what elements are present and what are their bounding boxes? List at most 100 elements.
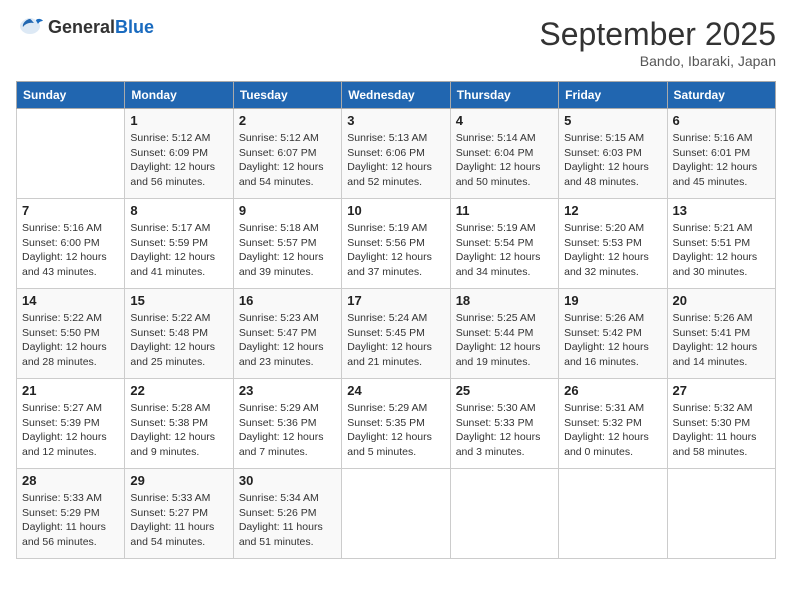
calendar-cell: 13 Sunrise: 5:21 AMSunset: 5:51 PMDayligh… xyxy=(667,199,775,289)
day-number: 29 xyxy=(130,473,227,488)
calendar-cell: 17 Sunrise: 5:24 AMSunset: 5:45 PMDayligh… xyxy=(342,289,450,379)
day-number: 6 xyxy=(673,113,770,128)
location-subtitle: Bando, Ibaraki, Japan xyxy=(539,53,776,69)
day-info: Sunrise: 5:32 AMSunset: 5:30 PMDaylight:… xyxy=(673,401,770,460)
calendar-cell: 21 Sunrise: 5:27 AMSunset: 5:39 PMDayligh… xyxy=(17,379,125,469)
day-number: 14 xyxy=(22,293,119,308)
day-info: Sunrise: 5:29 AMSunset: 5:35 PMDaylight:… xyxy=(347,401,444,460)
calendar-week-row: 28Sunrise: 5:33 AMSunset: 5:29 PMDayligh… xyxy=(17,469,776,559)
column-header-monday: Monday xyxy=(125,82,233,109)
column-header-saturday: Saturday xyxy=(667,82,775,109)
day-info: Sunrise: 5:24 AMSunset: 5:45 PMDaylight:… xyxy=(347,311,444,370)
day-number: 15 xyxy=(130,293,227,308)
day-info: Sunrise: 5:29 AMSunset: 5:36 PMDaylight:… xyxy=(239,401,336,460)
calendar-cell: 25Sunrise: 5:30 AMSunset: 5:33 PMDayligh… xyxy=(450,379,558,469)
day-info: Sunrise: 5:13 AMSunset: 6:06 PMDaylight:… xyxy=(347,131,444,190)
day-info: Sunrise: 5:21 AMSunset: 5:51 PMDaylight:… xyxy=(673,221,770,280)
day-info: Sunrise: 5:27 AMSunset: 5:39 PMDaylight:… xyxy=(22,401,119,460)
day-number: 19 xyxy=(564,293,661,308)
day-number: 2 xyxy=(239,113,336,128)
calendar-cell: 16 Sunrise: 5:23 AMSunset: 5:47 PMDayligh… xyxy=(233,289,341,379)
day-number: 20 xyxy=(673,293,770,308)
calendar-cell: 28Sunrise: 5:33 AMSunset: 5:29 PMDayligh… xyxy=(17,469,125,559)
day-info: Sunrise: 5:22 AMSunset: 5:48 PMDaylight:… xyxy=(130,311,227,370)
day-number: 9 xyxy=(239,203,336,218)
day-info: Sunrise: 5:31 AMSunset: 5:32 PMDaylight:… xyxy=(564,401,661,460)
day-number: 24 xyxy=(347,383,444,398)
day-number: 5 xyxy=(564,113,661,128)
day-number: 18 xyxy=(456,293,553,308)
day-number: 4 xyxy=(456,113,553,128)
calendar-cell: 5 Sunrise: 5:15 AMSunset: 6:03 PMDaylight… xyxy=(559,109,667,199)
day-number: 10 xyxy=(347,203,444,218)
calendar-cell: 23 Sunrise: 5:29 AMSunset: 5:36 PMDayligh… xyxy=(233,379,341,469)
day-number: 27 xyxy=(673,383,770,398)
calendar-week-row: 1 Sunrise: 5:12 AMSunset: 6:09 PMDaylight… xyxy=(17,109,776,199)
column-header-friday: Friday xyxy=(559,82,667,109)
day-info: Sunrise: 5:22 AMSunset: 5:50 PMDaylight:… xyxy=(22,311,119,370)
calendar-cell xyxy=(450,469,558,559)
day-info: Sunrise: 5:16 AMSunset: 6:01 PMDaylight:… xyxy=(673,131,770,190)
day-number: 12 xyxy=(564,203,661,218)
day-info: Sunrise: 5:17 AMSunset: 5:59 PMDaylight:… xyxy=(130,221,227,280)
day-info: Sunrise: 5:14 AMSunset: 6:04 PMDaylight:… xyxy=(456,131,553,190)
column-header-wednesday: Wednesday xyxy=(342,82,450,109)
day-number: 28 xyxy=(22,473,119,488)
day-info: Sunrise: 5:18 AMSunset: 5:57 PMDaylight:… xyxy=(239,221,336,280)
calendar-cell: 24 Sunrise: 5:29 AMSunset: 5:35 PMDayligh… xyxy=(342,379,450,469)
calendar-cell: 27 Sunrise: 5:32 AMSunset: 5:30 PMDayligh… xyxy=(667,379,775,469)
calendar-cell xyxy=(342,469,450,559)
calendar-cell: 18 Sunrise: 5:25 AMSunset: 5:44 PMDayligh… xyxy=(450,289,558,379)
calendar-cell: 1 Sunrise: 5:12 AMSunset: 6:09 PMDaylight… xyxy=(125,109,233,199)
day-number: 8 xyxy=(130,203,227,218)
day-info: Sunrise: 5:28 AMSunset: 5:38 PMDaylight:… xyxy=(130,401,227,460)
day-info: Sunrise: 5:33 AMSunset: 5:27 PMDaylight:… xyxy=(130,491,227,550)
logo-bird-icon xyxy=(16,16,44,38)
calendar-cell: 30 Sunrise: 5:34 AMSunset: 5:26 PMDayligh… xyxy=(233,469,341,559)
logo-general: General xyxy=(48,17,115,37)
calendar-cell: 19 Sunrise: 5:26 AMSunset: 5:42 PMDayligh… xyxy=(559,289,667,379)
day-number: 11 xyxy=(456,203,553,218)
day-info: Sunrise: 5:26 AMSunset: 5:41 PMDaylight:… xyxy=(673,311,770,370)
calendar-cell xyxy=(559,469,667,559)
column-header-tuesday: Tuesday xyxy=(233,82,341,109)
day-info: Sunrise: 5:19 AMSunset: 5:56 PMDaylight:… xyxy=(347,221,444,280)
calendar-cell: 26 Sunrise: 5:31 AMSunset: 5:32 PMDayligh… xyxy=(559,379,667,469)
logo-text: GeneralBlue xyxy=(48,17,154,38)
calendar-cell: 29 Sunrise: 5:33 AMSunset: 5:27 PMDayligh… xyxy=(125,469,233,559)
logo-blue: Blue xyxy=(115,17,154,37)
day-number: 23 xyxy=(239,383,336,398)
day-number: 3 xyxy=(347,113,444,128)
title-block: September 2025 Bando, Ibaraki, Japan xyxy=(539,16,776,69)
day-info: Sunrise: 5:26 AMSunset: 5:42 PMDaylight:… xyxy=(564,311,661,370)
day-info: Sunrise: 5:25 AMSunset: 5:44 PMDaylight:… xyxy=(456,311,553,370)
logo: GeneralBlue xyxy=(16,16,154,38)
day-number: 30 xyxy=(239,473,336,488)
day-number: 22 xyxy=(130,383,227,398)
day-info: Sunrise: 5:12 AMSunset: 6:09 PMDaylight:… xyxy=(130,131,227,190)
day-info: Sunrise: 5:34 AMSunset: 5:26 PMDaylight:… xyxy=(239,491,336,550)
day-number: 16 xyxy=(239,293,336,308)
page-header: GeneralBlue September 2025 Bando, Ibarak… xyxy=(16,16,776,69)
day-number: 13 xyxy=(673,203,770,218)
day-number: 26 xyxy=(564,383,661,398)
day-number: 1 xyxy=(130,113,227,128)
calendar-cell xyxy=(667,469,775,559)
calendar-week-row: 7Sunrise: 5:16 AMSunset: 6:00 PMDaylight… xyxy=(17,199,776,289)
calendar-cell: 8 Sunrise: 5:17 AMSunset: 5:59 PMDaylight… xyxy=(125,199,233,289)
day-info: Sunrise: 5:15 AMSunset: 6:03 PMDaylight:… xyxy=(564,131,661,190)
calendar-week-row: 14 Sunrise: 5:22 AMSunset: 5:50 PMDayligh… xyxy=(17,289,776,379)
calendar-table: SundayMondayTuesdayWednesdayThursdayFrid… xyxy=(16,81,776,559)
day-number: 7 xyxy=(22,203,119,218)
day-number: 21 xyxy=(22,383,119,398)
day-number: 17 xyxy=(347,293,444,308)
day-number: 25 xyxy=(456,383,553,398)
calendar-cell: 11Sunrise: 5:19 AMSunset: 5:54 PMDayligh… xyxy=(450,199,558,289)
calendar-cell: 10 Sunrise: 5:19 AMSunset: 5:56 PMDayligh… xyxy=(342,199,450,289)
column-header-sunday: Sunday xyxy=(17,82,125,109)
day-info: Sunrise: 5:20 AMSunset: 5:53 PMDaylight:… xyxy=(564,221,661,280)
calendar-cell: 2Sunrise: 5:12 AMSunset: 6:07 PMDaylight… xyxy=(233,109,341,199)
calendar-cell: 22 Sunrise: 5:28 AMSunset: 5:38 PMDayligh… xyxy=(125,379,233,469)
calendar-cell: 14 Sunrise: 5:22 AMSunset: 5:50 PMDayligh… xyxy=(17,289,125,379)
day-info: Sunrise: 5:23 AMSunset: 5:47 PMDaylight:… xyxy=(239,311,336,370)
